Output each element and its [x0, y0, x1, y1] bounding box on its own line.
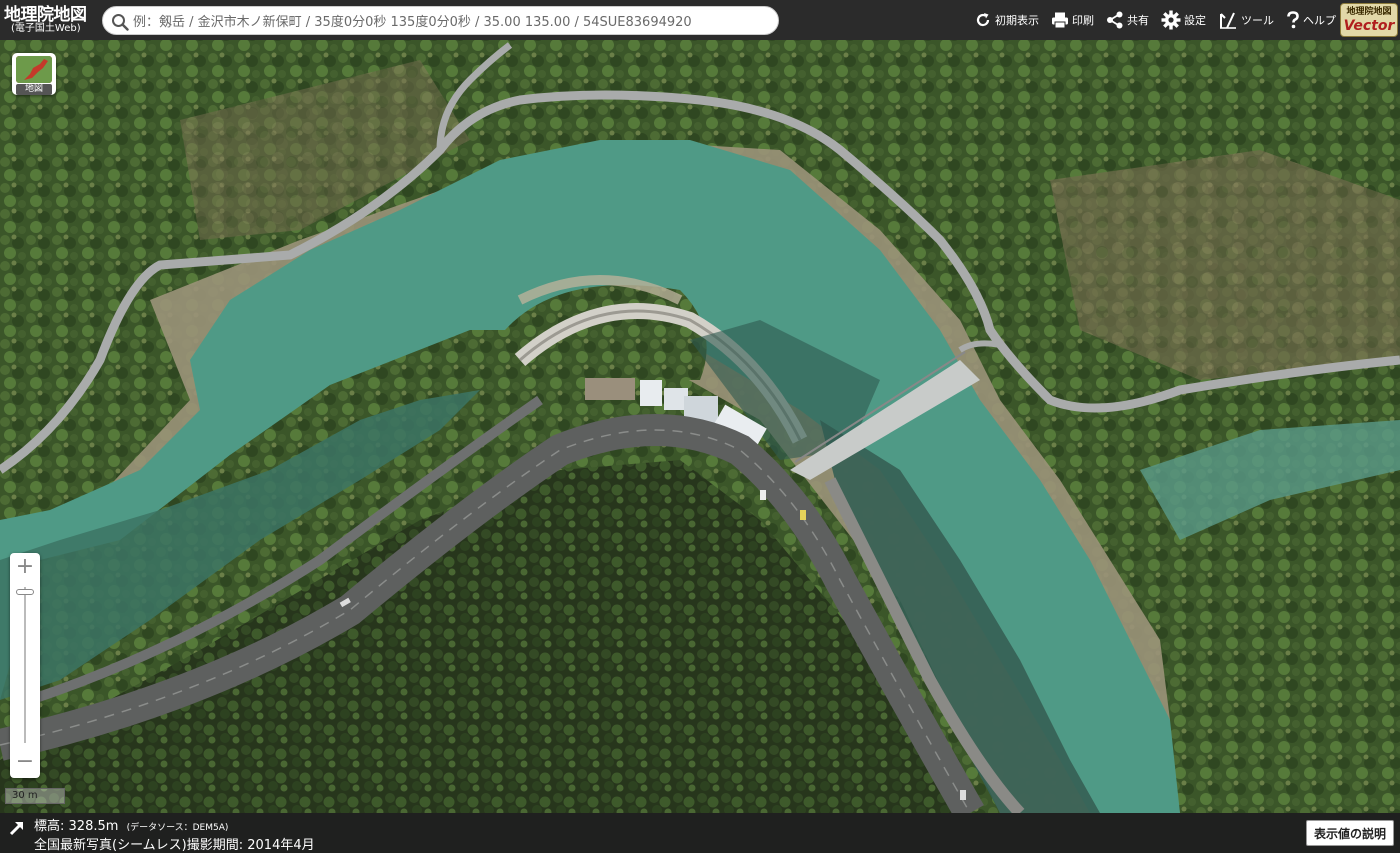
vector-map-button[interactable]: 地理院地図 Vector — [1340, 3, 1398, 37]
reset-view-button[interactable]: 初期表示 — [974, 11, 1039, 29]
toolbar-buttons: 初期表示 印刷 共有 設定 ツール ヘルプ — [962, 0, 1336, 40]
help-icon — [1287, 11, 1299, 29]
expand-arrow-icon[interactable] — [8, 819, 26, 837]
layer-switch-label: 地図 — [16, 84, 52, 95]
aerial-photo — [0, 40, 1400, 813]
tools-button[interactable]: ツール — [1218, 11, 1274, 29]
zoom-in-button[interactable]: + — [10, 553, 40, 583]
print-label: 印刷 — [1072, 14, 1094, 27]
search-input[interactable] — [131, 10, 765, 34]
vector-badge-top: 地理院地図 — [1346, 7, 1392, 17]
settings-label: 設定 — [1184, 14, 1206, 27]
top-toolbar: 地理院地図 (電子国土Web) 初期表示 印刷 — [0, 0, 1400, 40]
elevation-readout: 標高: 328.5m (データソース：DEM5A) — [34, 815, 228, 834]
zoom-slider-handle[interactable] — [16, 589, 34, 595]
reset-icon — [976, 13, 990, 27]
tool-icon — [1220, 12, 1236, 29]
elevation-value: 328.5m — [68, 819, 119, 834]
print-icon — [1052, 12, 1068, 29]
info-bar: 標高: 328.5m (データソース：DEM5A) 全国最新写真(シームレス)撮… — [0, 813, 1400, 853]
layer-switch-button[interactable]: 地図 — [12, 53, 56, 95]
app-subtitle: (電子国土Web) — [11, 23, 81, 34]
share-button[interactable]: 共有 — [1106, 11, 1149, 29]
settings-button[interactable]: 設定 — [1161, 10, 1206, 30]
tools-label: ツール — [1241, 14, 1274, 27]
japan-map-icon — [16, 56, 52, 83]
search-icon[interactable] — [111, 13, 129, 31]
zoom-control: + − — [10, 553, 40, 778]
elevation-source: (データソース：DEM5A) — [126, 823, 229, 833]
explain-values-button[interactable]: 表示値の説明 — [1305, 820, 1394, 846]
share-label: 共有 — [1127, 14, 1149, 27]
scale-bar: 30 m — [5, 788, 65, 804]
app-logo[interactable]: 地理院地図 (電子国土Web) — [4, 6, 98, 38]
search-box — [102, 6, 779, 35]
aerial-map[interactable] — [0, 40, 1400, 813]
zoom-slider-track[interactable] — [24, 587, 26, 743]
help-button[interactable]: ヘルプ — [1286, 11, 1336, 29]
print-button[interactable]: 印刷 — [1051, 11, 1094, 29]
share-icon — [1107, 11, 1123, 29]
zoom-out-button[interactable]: − — [10, 748, 40, 778]
elevation-label: 標高: — [34, 819, 65, 834]
reset-view-label: 初期表示 — [995, 14, 1039, 27]
layer-thumbnail — [16, 56, 52, 83]
photo-info: 全国最新写真(シームレス)撮影期間: 2014年4月 — [34, 838, 315, 853]
help-label: ヘルプ — [1303, 14, 1336, 27]
gear-icon — [1161, 10, 1181, 30]
app-title: 地理院地図 — [4, 5, 87, 25]
vector-badge-bottom: Vector — [1343, 18, 1395, 34]
